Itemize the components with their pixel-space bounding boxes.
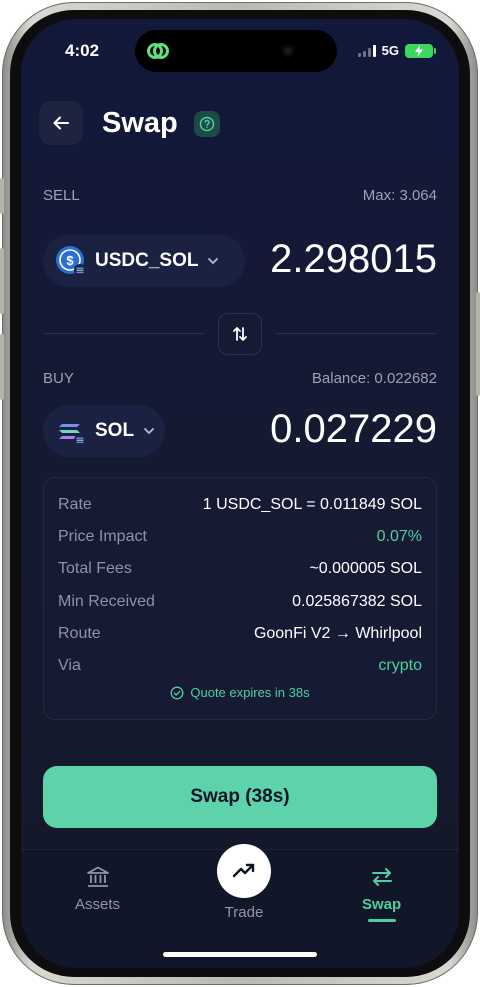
home-indicator[interactable] <box>163 952 317 957</box>
divider-right <box>275 333 437 334</box>
nav-label-swap: Swap <box>362 896 402 913</box>
via-link[interactable]: crypto <box>378 657 422 675</box>
switch-tokens-button[interactable] <box>218 313 262 355</box>
volume-up-button <box>0 248 4 314</box>
status-indicators: 5G <box>357 43 436 58</box>
detail-label: Min Received <box>58 593 155 610</box>
chevron-down-icon <box>208 258 219 265</box>
battery-charging-icon <box>405 43 436 58</box>
detail-row-via: Via crypto <box>58 657 422 675</box>
nav-label-trade: Trade <box>224 904 264 921</box>
power-button <box>476 292 480 396</box>
detail-row-rate: Rate 1 USDC_SOL = 0.011849 SOL <box>58 496 422 514</box>
svg-text:$: $ <box>66 253 74 268</box>
swap-vertical-icon <box>233 327 247 341</box>
signal-icon <box>357 44 376 57</box>
detail-value: 1 USDC_SOL = 0.011849 SOL <box>202 496 422 513</box>
arrow-left-icon <box>53 116 69 130</box>
app-activity-icon <box>147 43 169 59</box>
buy-amount: 0.027229 <box>270 407 437 451</box>
max-amount[interactable]: Max: 3.064 <box>363 187 437 204</box>
buy-balance: Balance: 0.022682 <box>311 370 437 387</box>
trending-up-icon <box>232 863 255 878</box>
sell-label: SELL <box>43 187 80 204</box>
buy-token-name: SOL <box>95 420 135 441</box>
volume-down-button <box>0 334 4 400</box>
detail-value: 0.07% <box>376 528 422 545</box>
quote-expiry: Quote expires in 38s <box>44 685 436 700</box>
active-tab-indicator <box>367 919 396 922</box>
sell-amount-input[interactable]: 2.298015 <box>270 237 437 282</box>
buy-label: BUY <box>43 370 74 387</box>
detail-value: 0.025867382 SOL <box>292 593 422 610</box>
detail-value: ~0.000005 SOL <box>309 560 422 577</box>
help-button[interactable] <box>194 111 220 137</box>
detail-row-price-impact: Price Impact 0.07% <box>58 528 422 546</box>
back-button[interactable] <box>39 101 83 145</box>
nav-label-assets: Assets <box>75 896 121 913</box>
swap-button[interactable]: Swap (38s) <box>43 766 437 828</box>
buy-token-selector[interactable]: SOL <box>43 405 165 457</box>
front-camera <box>282 45 294 57</box>
sell-token-selector[interactable]: $ USDC_SOL <box>43 235 245 287</box>
detail-label: Route <box>58 625 101 642</box>
detail-label: Total Fees <box>58 560 132 577</box>
check-circle-icon <box>170 686 184 699</box>
detail-label: Price Impact <box>58 528 147 545</box>
detail-label: Via <box>58 657 81 674</box>
help-circle-icon <box>199 116 215 132</box>
detail-value: GoonFi V2 → Whirlpool <box>253 625 422 642</box>
quote-expiry-text: Quote expires in 38s <box>190 685 310 700</box>
chevron-down-icon <box>144 428 154 435</box>
detail-row-min-received: Min Received 0.025867382 SOL <box>58 593 422 611</box>
trade-button[interactable] <box>217 844 271 898</box>
app-screen: 4:02 5G Swap SELL Max: 3.064 $ USDC_SOL … <box>21 19 459 968</box>
action-button <box>0 178 4 214</box>
status-time: 4:02 <box>65 41 100 60</box>
detail-label: Rate <box>58 496 92 513</box>
dynamic-island <box>135 30 337 72</box>
nav-item-trade[interactable]: Trade <box>217 844 271 921</box>
nav-item-swap[interactable]: Swap <box>362 864 401 922</box>
detail-row-route: Route GoonFi V2 → Whirlpool <box>58 625 422 643</box>
solana-logo-icon <box>59 424 86 446</box>
bottom-nav: Assets Trade Swap <box>21 844 459 968</box>
detail-row-total-fees: Total Fees ~0.000005 SOL <box>58 560 422 578</box>
swap-horizontal-icon <box>371 868 392 886</box>
page-title: Swap <box>102 107 178 139</box>
network-type: 5G <box>381 43 399 58</box>
sell-token-name: USDC_SOL <box>95 250 199 271</box>
usdc-coin-icon: $ <box>56 246 86 276</box>
nav-item-assets[interactable]: Assets <box>75 864 120 913</box>
quote-details-card: Rate 1 USDC_SOL = 0.011849 SOL Price Imp… <box>43 477 437 720</box>
bank-icon <box>86 866 109 887</box>
divider-left <box>43 333 205 334</box>
